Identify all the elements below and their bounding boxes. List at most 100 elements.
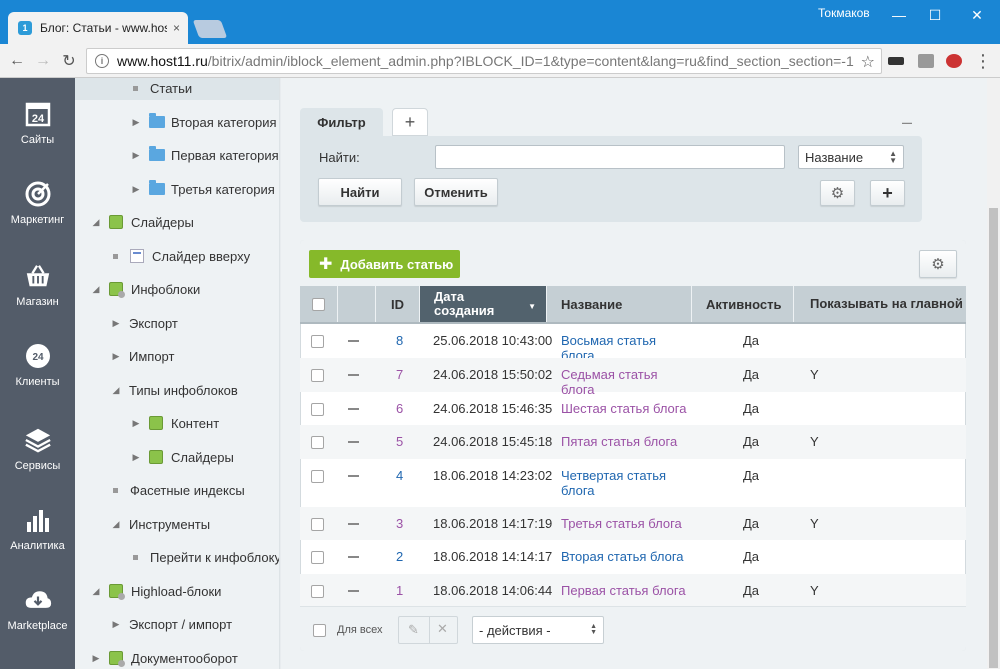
leftbar-item-shop[interactable]: Магазин: [0, 262, 75, 308]
cancel-button[interactable]: Отменить: [414, 178, 498, 206]
column-id[interactable]: ID: [376, 286, 420, 322]
tree-item-category-1[interactable]: ▶ Первая категория: [75, 143, 279, 167]
leftbar-item-services[interactable]: Сервисы: [0, 426, 75, 472]
tree-item-sliders[interactable]: ◢ Слайдеры: [75, 210, 194, 234]
row-title-link[interactable]: Вторая статья блога: [561, 549, 691, 564]
back-arrow-icon[interactable]: ←: [6, 50, 28, 72]
table-row[interactable]: 2 18.06.2018 14:14:17 Вторая статья блога Д…: [300, 540, 966, 574]
row-id[interactable]: 2: [396, 549, 403, 564]
new-tab-button[interactable]: [192, 20, 228, 38]
leftbar-item-clients[interactable]: 24 Клиенты: [0, 342, 75, 388]
row-checkbox[interactable]: [311, 369, 324, 382]
forward-arrow-icon[interactable]: →: [32, 50, 54, 72]
delete-x-icon[interactable]: ✕: [437, 621, 448, 637]
leftbar-item-marketing[interactable]: Маркетинг: [0, 180, 75, 226]
tree-item-facet-index[interactable]: Фасетные индексы: [75, 478, 245, 502]
actions-select[interactable]: - действия - ▲ ▼: [472, 616, 604, 644]
row-title-link[interactable]: Пятая статья блога: [561, 434, 691, 449]
table-row[interactable]: 1 18.06.2018 14:06:44 Первая статья блога Д…: [300, 574, 966, 606]
header-checkbox[interactable]: [312, 297, 325, 311]
find-field-select[interactable]: Название ▲ ▼: [798, 145, 904, 169]
select-all-checkbox[interactable]: [313, 624, 326, 637]
row-id[interactable]: 8: [396, 333, 403, 348]
row-checkbox[interactable]: [311, 335, 324, 348]
address-bar[interactable]: i www.host11.ru/bitrix/admin/iblock_elem…: [86, 48, 882, 74]
tree-item-tools[interactable]: ◢ Инструменты: [75, 512, 211, 536]
tree-item-articles[interactable]: Статьи: [75, 78, 279, 100]
column-date-sorted[interactable]: Дата создания ▼: [420, 286, 547, 322]
row-title-link[interactable]: Четвертая статья блога: [561, 468, 691, 498]
extension-badge-icon[interactable]: [946, 54, 962, 68]
leftbar-item-marketplace[interactable]: Marketplace: [0, 586, 75, 632]
select-all-header[interactable]: [300, 286, 338, 322]
filter-minimize-button[interactable]: –: [902, 112, 912, 133]
filter-settings-button[interactable]: ⚙: [820, 180, 855, 206]
row-checkbox[interactable]: [311, 436, 324, 449]
close-window-icon[interactable]: ✕: [962, 2, 992, 28]
row-id[interactable]: 3: [396, 516, 403, 531]
leftbar-item-sites[interactable]: 24 Сайты: [0, 100, 75, 146]
column-active[interactable]: Активность: [692, 286, 794, 322]
browser-menu-icon[interactable]: ⋮: [972, 50, 994, 72]
expand-arrow-icon[interactable]: ▶: [111, 351, 121, 362]
page-scrollbar[interactable]: [987, 78, 1000, 669]
row-checkbox[interactable]: [311, 518, 324, 531]
leftbar-item-analytics[interactable]: Аналитика: [0, 506, 75, 552]
row-id[interactable]: 5: [396, 434, 403, 449]
table-row[interactable]: 8 25.06.2018 10:43:00 Восьмая статья блога…: [300, 324, 966, 363]
tree-item-docflow[interactable]: ▶ Документооборот: [75, 646, 238, 669]
tree-item-export-import[interactable]: ▶ Экспорт / импорт: [75, 612, 233, 636]
table-row[interactable]: 3 18.06.2018 14:17:19 Третья статья блога Д…: [300, 507, 966, 540]
site-info-icon[interactable]: i: [95, 54, 109, 68]
add-filter-field-button[interactable]: +: [870, 180, 905, 206]
tree-item-category-2[interactable]: ▶ Вторая категория: [75, 110, 277, 134]
extension-glasses-icon[interactable]: [888, 57, 904, 65]
extension-page-icon[interactable]: [918, 54, 934, 68]
table-row[interactable]: 4 18.06.2018 14:23:02 Четвертая статья бло…: [300, 459, 966, 507]
row-title-link[interactable]: Третья статья блога: [561, 516, 691, 531]
tree-item-sliders-type[interactable]: ▶ Слайдеры: [75, 445, 234, 469]
row-checkbox[interactable]: [311, 403, 324, 416]
collapse-arrow-icon[interactable]: ◢: [91, 586, 101, 597]
row-id[interactable]: 4: [396, 468, 403, 483]
expand-arrow-icon[interactable]: ▶: [131, 452, 141, 463]
expand-arrow-icon[interactable]: ▶: [131, 117, 141, 128]
column-show-on-main[interactable]: Показывать на главной: [794, 286, 966, 322]
tree-item-top-slider[interactable]: Слайдер вверху: [75, 244, 250, 268]
tree-item-content[interactable]: ▶ Контент: [75, 411, 220, 435]
row-checkbox[interactable]: [311, 585, 324, 598]
collapse-arrow-icon[interactable]: ◢: [111, 385, 121, 396]
tree-item-goto-iblock[interactable]: Перейти к инфоблоку /: [75, 545, 279, 569]
row-title-link[interactable]: Шестая статья блога: [561, 401, 691, 416]
row-checkbox[interactable]: [311, 470, 324, 483]
tree-item-export[interactable]: ▶ Экспорт: [75, 311, 178, 335]
tab-close-icon[interactable]: ×: [173, 21, 180, 35]
add-filter-tab-button[interactable]: +: [392, 108, 428, 136]
find-input[interactable]: [435, 145, 785, 169]
expand-arrow-icon[interactable]: ▶: [111, 619, 121, 630]
collapse-arrow-icon[interactable]: ◢: [91, 217, 101, 228]
bookmark-star-icon[interactable]: ☆: [861, 52, 875, 72]
find-button[interactable]: Найти: [318, 178, 402, 206]
row-id[interactable]: 1: [396, 583, 403, 598]
browser-user[interactable]: Токмаков: [818, 6, 870, 20]
collapse-arrow-icon[interactable]: ◢: [91, 284, 101, 295]
tree-item-iblocks[interactable]: ◢ Инфоблоки: [75, 277, 200, 301]
add-article-button[interactable]: ✚ Добавить статью: [309, 250, 460, 278]
grid-settings-button[interactable]: ⚙: [919, 250, 957, 278]
tree-item-category-3[interactable]: ▶ Третья категория: [75, 177, 275, 201]
row-id[interactable]: 7: [396, 367, 403, 382]
minimize-window-icon[interactable]: —: [884, 2, 914, 28]
maximize-window-icon[interactable]: ☐: [920, 2, 950, 28]
expand-arrow-icon[interactable]: ▶: [111, 318, 121, 329]
tree-item-import[interactable]: ▶ Импорт: [75, 344, 175, 368]
expand-arrow-icon[interactable]: ▶: [131, 184, 141, 195]
tree-item-highload[interactable]: ◢ Highload-блоки: [75, 579, 221, 603]
edit-pencil-icon[interactable]: ✎: [408, 622, 419, 638]
tab-filter[interactable]: Фильтр: [300, 108, 383, 136]
column-name[interactable]: Название: [547, 286, 692, 322]
row-id[interactable]: 6: [396, 401, 403, 416]
tree-item-iblock-types[interactable]: ◢ Типы инфоблоков: [75, 378, 238, 402]
row-checkbox[interactable]: [311, 551, 324, 564]
table-row[interactable]: 6 24.06.2018 15:46:35 Шестая статья блога Д…: [300, 392, 966, 425]
